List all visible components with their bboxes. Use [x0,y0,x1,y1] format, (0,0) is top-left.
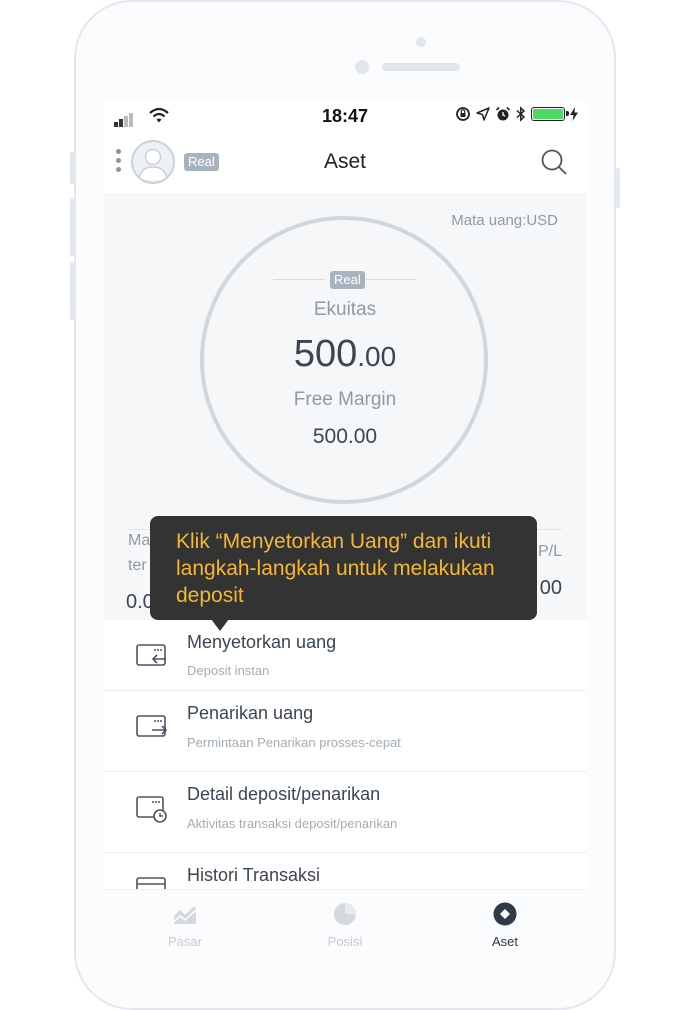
deposit-card-icon [136,644,166,666]
volume-up-button [70,198,74,256]
currency-label: Mata uang:USD [451,212,558,229]
charging-bolt-icon [570,107,578,121]
earpiece-speaker [382,63,460,71]
tooltip-text: Klik “Menyetorkan Uang” dan ikuti langka… [176,530,495,607]
search-icon[interactable] [540,148,568,176]
location-arrow-icon [476,107,490,121]
tab-label: Aset [491,934,518,949]
tab-label: Pasar [168,934,202,949]
menu-item-title: Detail deposit/penarikan [187,784,381,804]
page-title: Aset [323,150,367,173]
tooltip-pointer [211,619,229,631]
equity-value: 500.00 [104,333,586,376]
pl-stat-value: 00 [539,577,562,599]
battery-icon [531,107,569,121]
menu-item-title: Penarikan uang [187,703,314,723]
tab-aset[interactable]: Aset [445,902,565,949]
margin-stat-label-2: ter [128,557,147,574]
menu-item-subtitle: Deposit instan [187,663,270,678]
status-bar: 18:47 [104,100,586,132]
bluetooth-icon [516,106,526,122]
asset-diamond-icon [493,902,517,926]
front-camera [355,60,369,74]
divider [273,279,325,280]
alarm-clock-icon [495,106,511,121]
sensor-dot [416,37,426,47]
menu-item-title: Menyetorkan uang [187,632,337,652]
menu-item-subtitle: Aktivitas transaksi deposit/penarikan [187,816,398,831]
menu-item-deposit-withdraw-detail[interactable]: Detail deposit/penarikan Aktivitas trans… [104,772,586,853]
market-chart-icon [173,906,197,924]
menu-item-subtitle: Permintaan Penarikan prosses-cepat [187,735,401,750]
free-margin-value: 500.00 [312,425,378,448]
margin-stat-label: Ma [128,532,151,549]
bottom-tab-bar: Pasar Posisi Aset [104,889,586,957]
card-history-icon [136,796,167,823]
tab-pasar[interactable]: Pasar [125,902,245,949]
asset-menu: Menyetorkan uang Deposit instan Penarika… [104,620,586,934]
power-button [616,168,620,208]
menu-item-deposit[interactable]: Menyetorkan uang Deposit instan [104,620,586,691]
equity-label: Ekuitas [313,299,377,320]
app-header: Real Aset [104,138,586,195]
deposit-hint-tooltip: Klik “Menyetorkan Uang” dan ikuti langka… [150,516,537,620]
status-icons [455,106,578,122]
equity-decimal: .00 [357,341,397,372]
menu-item-title: Histori Transaksi [187,865,321,885]
mute-switch [70,152,74,184]
pie-chart-icon [334,903,356,925]
equity-integer: 500 [293,333,358,375]
rotation-lock-icon [456,107,470,121]
volume-down-button [70,262,74,320]
tab-label: Posisi [327,934,363,949]
divider [365,279,417,280]
menu-item-withdraw[interactable]: Penarikan uang Permintaan Penarikan pros… [104,691,586,772]
tab-posisi[interactable]: Posisi [285,902,405,949]
free-margin-label: Free Margin [293,389,397,410]
account-type-badge: Real [330,271,365,289]
withdraw-card-icon [136,715,168,737]
pl-stat-label: P/L [537,543,562,560]
